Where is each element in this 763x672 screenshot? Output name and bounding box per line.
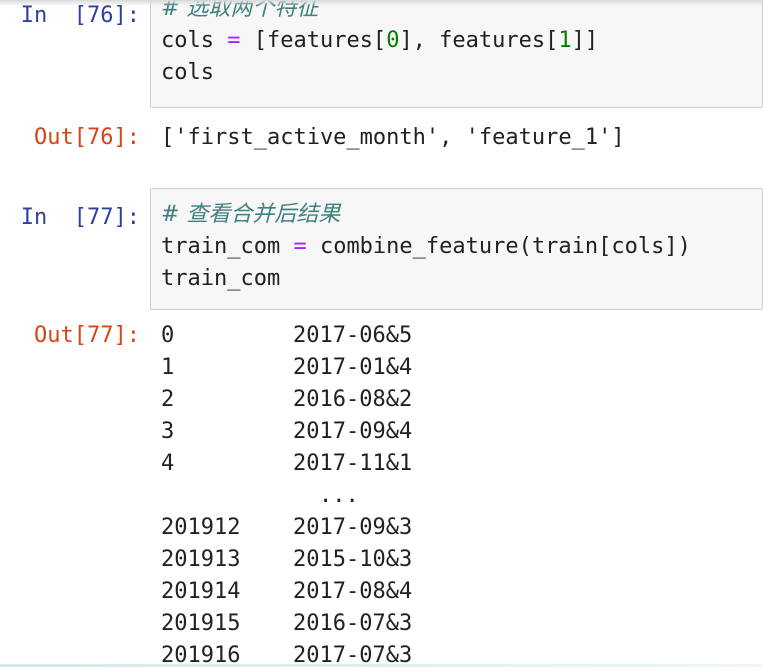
series-row: 201916 2017-07&3	[161, 640, 763, 672]
series-value: 2017-11&1	[293, 451, 413, 476]
code-token: ], features[	[399, 28, 559, 53]
series-value: 2017-09&4	[293, 419, 413, 444]
code-line: train_com = combine_feature(train[cols])	[161, 231, 752, 263]
series-index: 201914	[161, 579, 241, 604]
code-line: cols	[161, 60, 214, 85]
code-token: [features[	[240, 28, 387, 53]
code-number: 1	[558, 28, 572, 53]
series-row: 201915 2016-07&3	[161, 608, 763, 640]
series-value: 2017-09&3	[293, 515, 413, 540]
code-operator: =	[227, 28, 241, 53]
series-index: 201915	[161, 611, 241, 636]
code-number: 0	[386, 28, 400, 53]
series-row: 1 2017-01&4	[161, 352, 763, 384]
series-value: 2017-06&5	[293, 323, 413, 348]
out-prompt-76: Out[76]:	[34, 125, 140, 150]
series-row: 0 2017-06&5	[161, 320, 763, 352]
series-index: 201912	[161, 515, 241, 540]
series-row: 2 2016-08&2	[161, 384, 763, 416]
output-area-76: ['first_active_month', 'feature_1']	[161, 122, 763, 154]
series-index: 4	[161, 451, 175, 476]
series-row: 201914 2017-08&4	[161, 576, 763, 608]
series-ellipsis: ...	[161, 480, 763, 512]
code-token: train_com	[161, 234, 294, 259]
series-index: 201913	[161, 547, 241, 572]
series-index: 1	[161, 355, 175, 380]
code-token: cols	[161, 28, 228, 53]
series-value: 2015-10&3	[293, 547, 413, 572]
series-index: 0	[161, 323, 175, 348]
code-cell-76[interactable]: # 选取两个特征 cols = [features[0], features[1…	[150, 0, 763, 108]
series-value: 2016-07&3	[293, 611, 413, 636]
series-index: 2	[161, 387, 175, 412]
code-token: combine_feature(train[cols])	[306, 234, 691, 259]
series-index: 201916	[161, 643, 241, 668]
code-line: train_com	[161, 266, 281, 291]
series-row: 3 2017-09&4	[161, 416, 763, 448]
ellipsis-text: ...	[319, 483, 359, 508]
series-row: 201912 2017-09&3	[161, 512, 763, 544]
code-comment: # 查看合并后结果	[161, 202, 341, 227]
code-token: ]]	[571, 28, 599, 53]
series-row: 4 2017-11&1	[161, 448, 763, 480]
series-value: 2017-07&3	[293, 643, 413, 668]
scroll-shadow	[0, 0, 763, 6]
output-text: ['first_active_month', 'feature_1']	[161, 125, 625, 150]
code-operator: =	[293, 234, 307, 259]
output-area-77: 0 2017-06&5 1 2017-01&4 2 2016-08&2 3 2017-0…	[161, 320, 763, 672]
code-line: cols = [features[0], features[1]]	[161, 25, 752, 57]
series-row: 201913 2015-10&3	[161, 544, 763, 576]
code-cell-77[interactable]: # 查看合并后结果 train_com = combine_feature(tr…	[150, 188, 763, 310]
series-value: 2016-08&2	[293, 387, 413, 412]
series-value: 2017-01&4	[293, 355, 413, 380]
out-prompt-77: Out[77]:	[34, 323, 140, 348]
series-value: 2017-08&4	[293, 579, 413, 604]
series-index: 3	[161, 419, 175, 444]
in-prompt-77: In [77]:	[20, 205, 140, 230]
